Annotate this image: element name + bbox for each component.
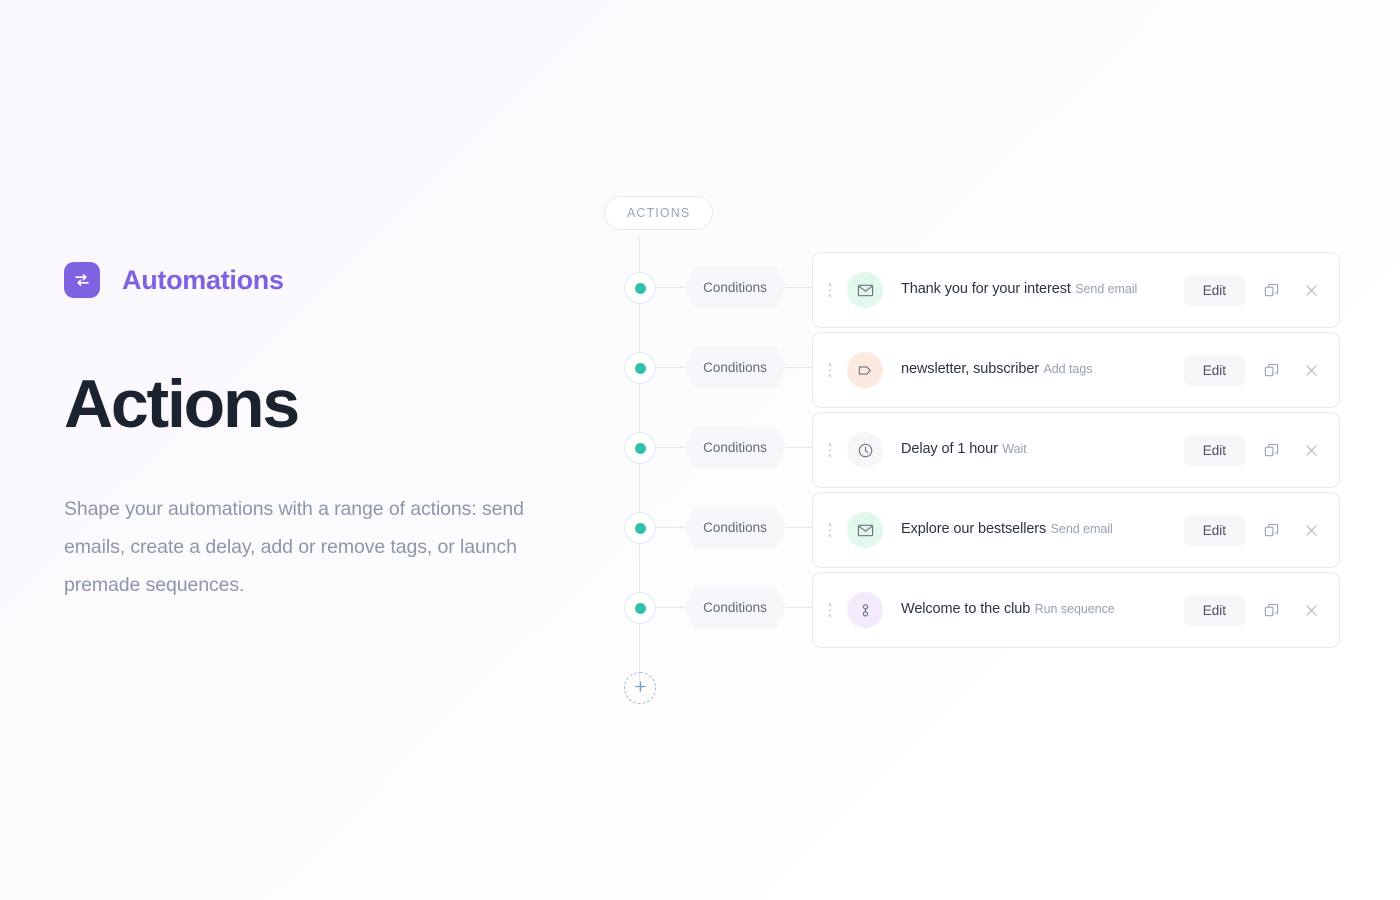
flow-row: Conditions Welcome to the club Run seque… <box>604 572 1344 652</box>
action-text: Welcome to the club Run sequence <box>901 600 1184 620</box>
duplicate-icon[interactable] <box>1257 596 1285 624</box>
connector-line <box>656 367 686 368</box>
connector-line <box>656 527 686 528</box>
brand: Automations <box>64 262 534 298</box>
duplicate-icon[interactable] <box>1257 436 1285 464</box>
drag-handle-icon[interactable] <box>822 603 838 617</box>
close-icon[interactable] <box>1297 356 1325 384</box>
duplicate-icon[interactable] <box>1257 516 1285 544</box>
drag-handle-icon[interactable] <box>822 283 838 297</box>
node-dot <box>634 522 646 534</box>
conditions-chip[interactable]: Conditions <box>684 507 786 548</box>
close-icon[interactable] <box>1297 516 1325 544</box>
envelope-icon <box>847 272 883 308</box>
action-text: newsletter, subscriber Add tags <box>901 360 1184 380</box>
edit-button[interactable]: Edit <box>1183 434 1245 466</box>
action-subtitle: Wait <box>1002 442 1027 457</box>
envelope-icon <box>847 512 883 548</box>
action-title: Delay of 1 hour <box>901 441 998 458</box>
duplicate-icon[interactable] <box>1257 276 1285 304</box>
drag-handle-icon[interactable] <box>822 523 838 537</box>
automations-page: Automations Actions Shape your automatio… <box>0 0 1400 900</box>
conditions-chip[interactable]: Conditions <box>684 427 786 468</box>
conditions-chip[interactable]: Conditions <box>684 587 786 628</box>
connector-line <box>656 607 686 608</box>
action-card[interactable]: Thank you for your interest Send email E… <box>812 252 1340 328</box>
node-dot <box>634 442 646 454</box>
flow-node[interactable] <box>624 512 656 544</box>
drag-handle-icon[interactable] <box>822 363 838 377</box>
automation-loop-icon <box>64 262 100 298</box>
edit-button[interactable]: Edit <box>1183 274 1245 306</box>
action-title: Welcome to the club <box>901 601 1031 618</box>
connector-line <box>785 287 815 288</box>
brand-name: Automations <box>122 264 284 295</box>
flow-row: Conditions Thank you for your interest S… <box>604 252 1344 332</box>
action-subtitle: Send email <box>1050 522 1113 537</box>
close-icon[interactable] <box>1297 436 1325 464</box>
flow-node[interactable] <box>624 272 656 304</box>
plus-icon <box>634 680 647 696</box>
node-dot <box>634 602 646 614</box>
close-icon[interactable] <box>1297 276 1325 304</box>
connector-line <box>785 527 815 528</box>
connector-line <box>785 367 815 368</box>
page-title: Actions <box>64 366 300 442</box>
action-text: Thank you for your interest Send email <box>901 280 1184 300</box>
sequence-icon <box>847 592 883 628</box>
node-dot <box>634 282 646 294</box>
action-text: Explore our bestsellers Send email <box>901 520 1184 540</box>
drag-handle-icon[interactable] <box>822 443 838 457</box>
conditions-chip[interactable]: Conditions <box>684 347 786 388</box>
add-step-button[interactable] <box>624 672 656 704</box>
action-title: Explore our bestsellers <box>901 521 1047 538</box>
flow-node[interactable] <box>624 352 656 384</box>
conditions-chip[interactable]: Conditions <box>684 267 786 308</box>
actions-badge: ACTIONS <box>604 196 714 230</box>
flow-row: Conditions Explore our bestsellers Send … <box>604 492 1344 572</box>
automation-flow-canvas: ACTIONS Conditions Thank you for your in… <box>604 196 1344 716</box>
connector-line <box>656 287 686 288</box>
connector-line <box>785 607 815 608</box>
clock-icon <box>847 432 883 468</box>
action-title: newsletter, subscriber <box>901 361 1040 378</box>
action-card[interactable]: Delay of 1 hour Wait Edit <box>812 412 1340 488</box>
connector-line <box>656 447 686 448</box>
edit-button[interactable]: Edit <box>1183 354 1245 386</box>
tag-icon <box>847 352 883 388</box>
action-subtitle: Send email <box>1075 282 1138 297</box>
flow-row: Conditions newsletter, subscriber Add ta… <box>604 332 1344 412</box>
action-card[interactable]: Explore our bestsellers Send email Edit <box>812 492 1340 568</box>
edit-button[interactable]: Edit <box>1183 594 1245 626</box>
action-text: Delay of 1 hour Wait <box>901 440 1184 460</box>
action-subtitle: Run sequence <box>1034 602 1115 617</box>
page-description: Shape your automations with a range of a… <box>64 498 524 596</box>
flow-node[interactable] <box>624 432 656 464</box>
action-card[interactable]: Welcome to the club Run sequence Edit <box>812 572 1340 648</box>
action-subtitle: Add tags <box>1043 362 1093 377</box>
action-card[interactable]: newsletter, subscriber Add tags Edit <box>812 332 1340 408</box>
edit-button[interactable]: Edit <box>1183 514 1245 546</box>
action-title: Thank you for your interest <box>901 281 1071 298</box>
flow-row: Conditions Delay of 1 hour Wait Edit <box>604 412 1344 492</box>
flow-node[interactable] <box>624 592 656 624</box>
duplicate-icon[interactable] <box>1257 356 1285 384</box>
hero-panel: Automations Actions Shape your automatio… <box>64 262 534 604</box>
connector-line <box>785 447 815 448</box>
close-icon[interactable] <box>1297 596 1325 624</box>
node-dot <box>634 362 646 374</box>
